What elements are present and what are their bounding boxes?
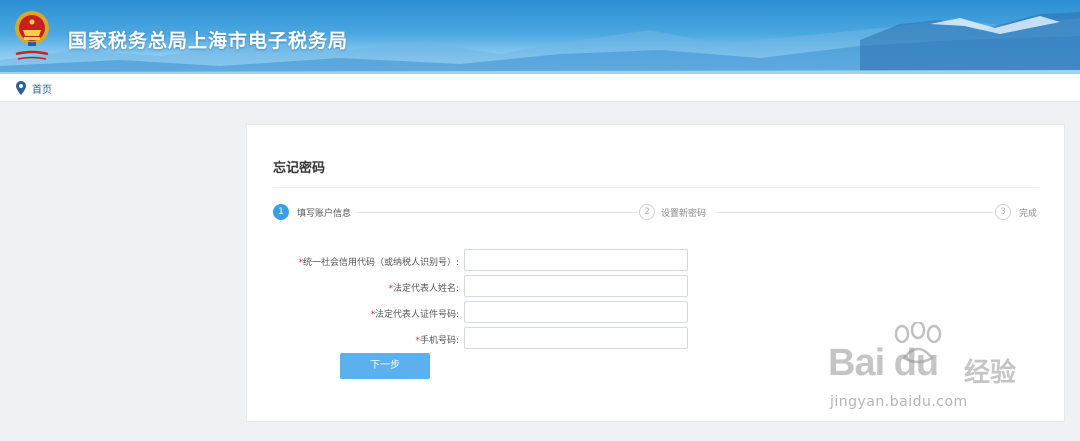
breadcrumb: 首页 bbox=[0, 74, 1080, 102]
breadcrumb-home-link[interactable]: 首页 bbox=[32, 81, 52, 96]
phone-input[interactable] bbox=[464, 327, 688, 349]
baidu-watermark: Bai du 经验 jingyan.baidu.com bbox=[826, 322, 1026, 422]
watermark-brand-cn: 经验 bbox=[964, 358, 1017, 388]
phone-label-text: 手机号码: bbox=[419, 336, 459, 346]
phone-label: *手机号码: bbox=[249, 333, 459, 346]
tax-emblem-icon bbox=[15, 11, 49, 60]
watermark-brand: Bai du bbox=[828, 342, 939, 384]
legal-rep-name-label: *法定代表人姓名: bbox=[249, 281, 459, 294]
step-1-indicator: 1 bbox=[273, 204, 289, 220]
legal-rep-name-label-text: 法定代表人姓名: bbox=[392, 284, 459, 294]
page-title: 忘记密码 bbox=[273, 161, 326, 176]
step-3-label: 完成 bbox=[1019, 209, 1038, 219]
legal-rep-name-input[interactable] bbox=[464, 275, 688, 297]
watermark-url: jingyan.baidu.com bbox=[830, 394, 968, 410]
legal-rep-id-input[interactable] bbox=[464, 301, 688, 323]
legal-rep-id-label-text: 法定代表人证件号码: bbox=[374, 310, 459, 320]
credit-code-label: *统一社会信用代码（或纳税人识别号）: bbox=[249, 255, 459, 268]
step-3-indicator: 3 bbox=[995, 204, 1011, 220]
credit-code-input[interactable] bbox=[464, 249, 688, 271]
next-step-button[interactable]: 下一步 bbox=[340, 353, 430, 379]
credit-code-label-text: 统一社会信用代码（或纳税人识别号）: bbox=[302, 258, 459, 268]
title-divider bbox=[273, 187, 1039, 188]
step-connector bbox=[357, 212, 637, 213]
step-2-label: 设置新密码 bbox=[661, 209, 707, 219]
legal-rep-id-label: *法定代表人证件号码: bbox=[249, 307, 459, 320]
site-header: 国家税务总局上海市电子税务局 bbox=[0, 0, 1080, 74]
step-1-label: 填写账户信息 bbox=[297, 209, 352, 219]
location-pin-icon bbox=[16, 81, 26, 95]
step-2-indicator: 2 bbox=[639, 204, 655, 220]
step-connector bbox=[717, 212, 993, 213]
site-title: 国家税务总局上海市电子税务局 bbox=[68, 30, 349, 52]
